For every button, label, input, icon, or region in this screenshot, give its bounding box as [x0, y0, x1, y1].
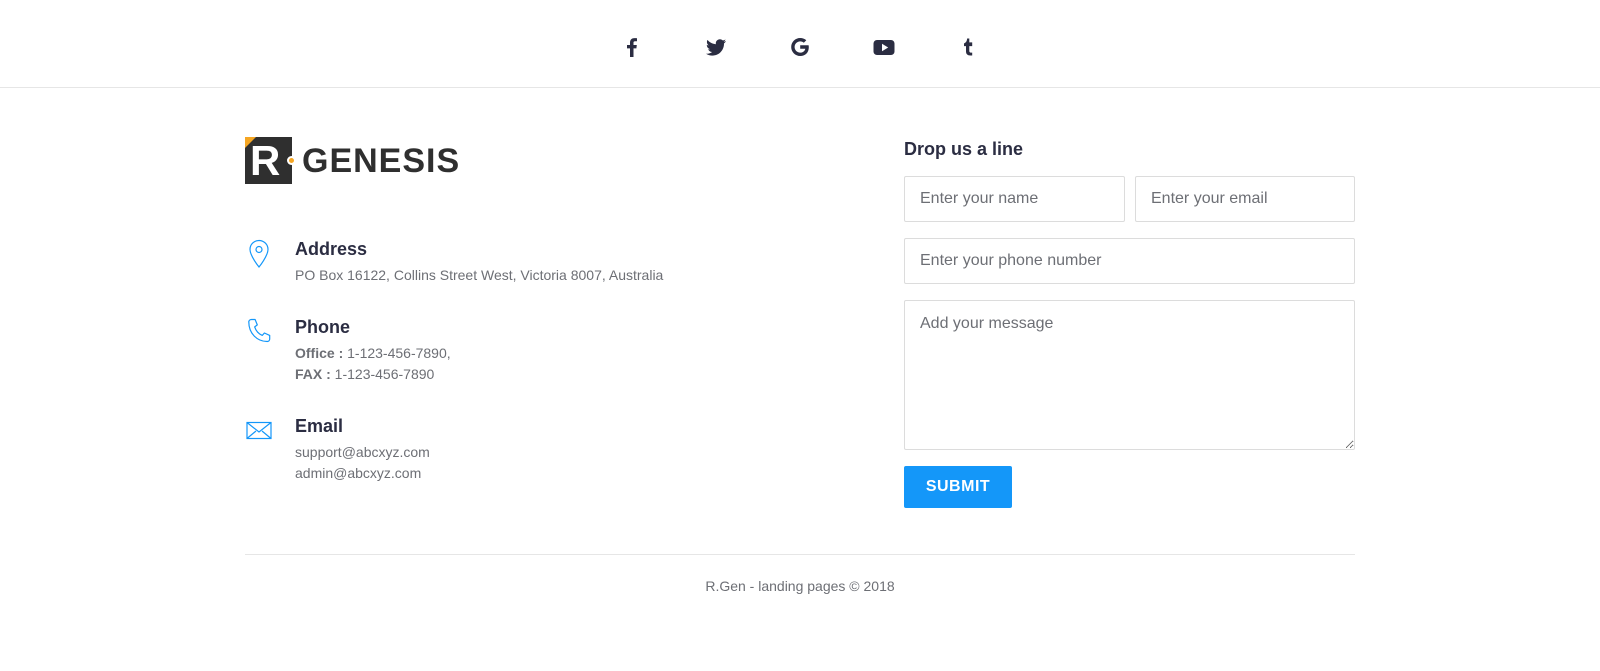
- copyright-text: R.Gen - landing pages © 2018: [705, 578, 895, 594]
- message-textarea[interactable]: [904, 300, 1355, 450]
- address-title: Address: [295, 239, 368, 259]
- youtube-icon[interactable]: [870, 33, 898, 61]
- email-title: Email: [295, 416, 344, 436]
- facebook-icon[interactable]: [618, 33, 646, 61]
- phone-icon: [245, 316, 273, 348]
- phone-input[interactable]: [904, 238, 1355, 284]
- brand-logo: R GENESIS: [245, 137, 475, 185]
- tumblr-icon[interactable]: [954, 33, 982, 61]
- email-admin: admin@abcxyz.com: [295, 465, 422, 481]
- footer-divider: [245, 554, 1355, 555]
- logo-dot: [287, 156, 296, 165]
- phone-title: Phone: [295, 317, 351, 337]
- email-input[interactable]: [1135, 176, 1355, 222]
- phone-fax-value: 1-123-456-7890: [330, 366, 435, 382]
- phone-office: Office : 1-123-456-7890,: [295, 343, 451, 363]
- address-text: PO Box 16122, Collins Street West, Victo…: [295, 267, 664, 283]
- phone-office-value: 1-123-456-7890,: [343, 345, 451, 361]
- submit-button[interactable]: SUBMIT: [904, 466, 1012, 508]
- phone-fax: FAX : 1-123-456-7890: [295, 364, 434, 384]
- phone-block: Phone Office : 1-123-456-7890, FAX : 1-1…: [245, 316, 765, 386]
- twitter-icon[interactable]: [702, 33, 730, 61]
- form-title: Drop us a line: [904, 139, 1024, 159]
- envelope-icon: [245, 415, 273, 447]
- email-support: support@abcxyz.com: [295, 444, 430, 460]
- phone-fax-label: FAX :: [295, 366, 331, 382]
- map-pin-icon: [245, 238, 273, 270]
- logo-mark: R: [245, 137, 292, 184]
- name-input[interactable]: [904, 176, 1125, 222]
- social-bar: [0, 0, 1600, 88]
- google-icon[interactable]: [786, 33, 814, 61]
- phone-office-label: Office :: [295, 345, 344, 361]
- logo-text: GENESIS: [302, 142, 461, 180]
- logo-mark-letter: R: [250, 137, 281, 184]
- email-block: Email support@abcxyz.com admin@abcxyz.co…: [245, 415, 765, 485]
- address-block: Address PO Box 16122, Collins Street Wes…: [245, 238, 765, 288]
